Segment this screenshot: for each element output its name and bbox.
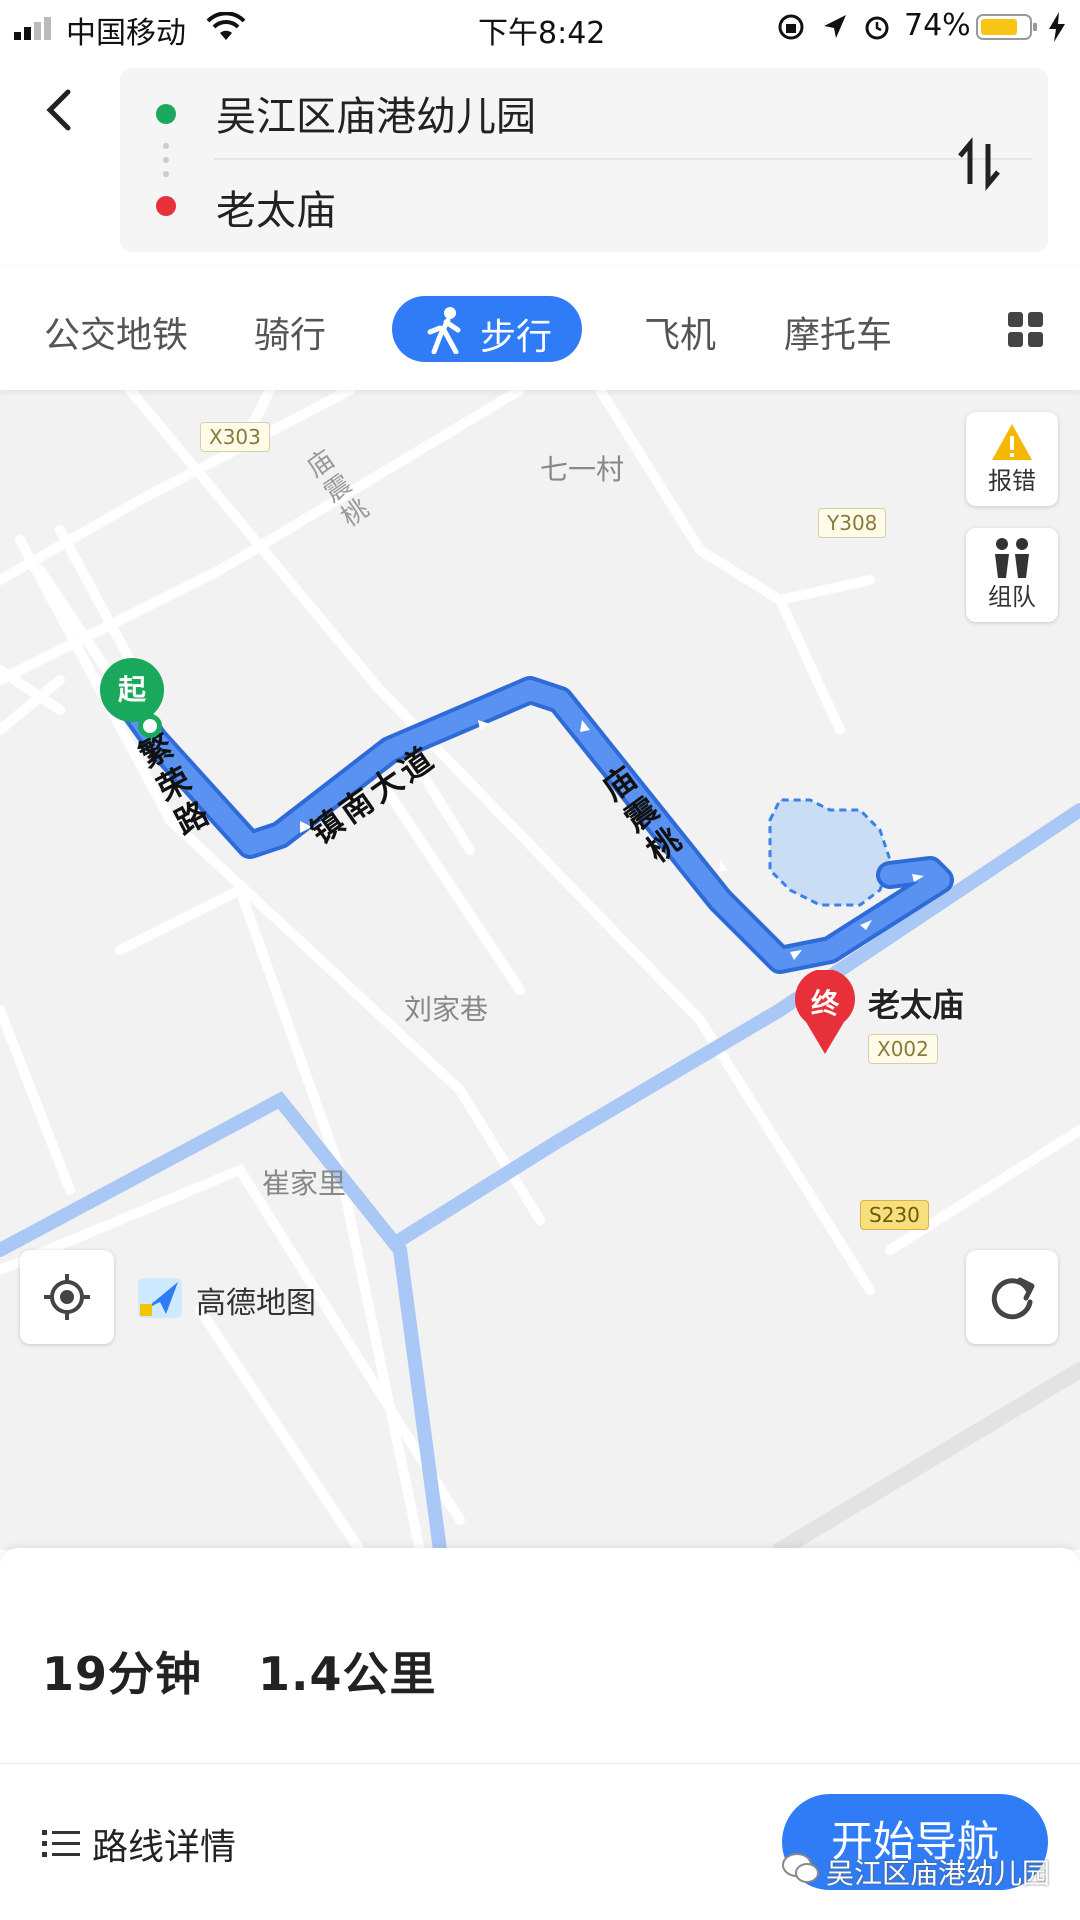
destination-dot-icon [156,196,176,216]
grid-icon [1008,312,1043,347]
report-error-button[interactable]: 报错 [966,412,1058,506]
amap-brand-text: 高德地图 [196,1286,316,1321]
road-tag-x303: X303 [200,422,270,452]
tab-cycling[interactable]: 骑行 [254,306,326,358]
amap-logo-icon [138,1274,184,1320]
start-marker[interactable]: 起 [100,658,164,722]
crosshair-icon [44,1274,90,1320]
road-tag-y308: Y308 [818,508,887,538]
wifi-icon [206,11,246,42]
place-label-cuijia: 崔家里 [262,1167,347,1200]
report-error-label: 报错 [988,467,1036,495]
place-label-qiyi: 七一村 [540,453,625,486]
location-arrow-icon [820,12,850,42]
destination-field[interactable]: 老太庙 [216,178,336,236]
origin-dot-icon [156,104,176,124]
route-divider [214,158,1032,160]
refresh-route-button[interactable] [966,1250,1058,1344]
duration-value: 19分钟 [42,1647,203,1701]
road-tag-x002: X002 [868,1034,938,1064]
carrier-label: 中国移动 [66,16,186,51]
watermark-text: 吴江区庙港幼儿园 [826,1857,1051,1890]
warning-icon [992,424,1032,460]
tab-walking[interactable]: 步行 [392,296,582,362]
panel-divider [0,1763,1080,1764]
route-summary: 19分钟 1.4公里 [42,1638,437,1704]
place-label-liujia: 刘家巷 [404,993,489,1026]
signal-icon [14,16,60,40]
start-point-dot [138,714,162,738]
status-time: 下午8:42 [478,16,606,51]
orientation-lock-icon [776,12,806,42]
alarm-icon [862,12,892,42]
status-bar: 中国移动 下午8:42 74% [0,0,1080,56]
destination-map-label: 老太庙 [868,986,965,1024]
end-marker[interactable]: 终 [792,970,858,1056]
route-details-label: 路线详情 [92,1827,237,1868]
walking-person-icon [427,307,461,354]
team-label: 组队 [988,583,1036,611]
tab-flight[interactable]: 飞机 [644,306,716,358]
map-canvas [0,390,1080,1550]
tab-walking-label: 步行 [480,317,553,358]
road-tag-s230: S230 [860,1200,929,1230]
chevron-left-icon [46,89,71,131]
distance-value: 1.4公里 [258,1647,437,1701]
route-input-box: 吴江区庙港幼儿园 老太庙 [120,68,1048,252]
refresh-icon [991,1277,1035,1320]
locate-me-button[interactable] [20,1250,114,1344]
connector-dots [163,140,169,180]
list-icon [42,1830,80,1857]
battery-icon [976,12,1040,42]
team-button[interactable]: 组队 [966,528,1058,622]
end-marker-label: 终 [810,987,839,1020]
people-icon [995,538,1029,578]
wechat-icon [782,1852,820,1886]
route-header: 吴江区庙港幼儿园 老太庙 [0,56,1080,266]
tab-motorcycle[interactable]: 摩托车 [784,306,892,358]
swap-route-button[interactable] [950,134,1010,194]
transport-mode-tabs: 公交地铁 骑行 步行 飞机 摩托车 [0,266,1080,390]
back-button[interactable] [30,80,90,140]
origin-field[interactable]: 吴江区庙港幼儿园 [216,84,536,142]
charging-bolt-icon [1046,10,1068,44]
tab-transit[interactable]: 公交地铁 [44,306,188,358]
map-view[interactable]: 繁荣路 镇南大道 庙震桃 庙震桃 七一村 刘家巷 崔家里 X303 Y308 X… [0,390,1080,1550]
route-summary-panel: 19分钟 1.4公里 路线详情 开始导航 吴江区庙港幼儿园 [0,1548,1080,1920]
more-modes-button[interactable] [1008,312,1044,348]
swap-arrows-icon [958,137,1000,191]
battery-percent: 74% [904,8,971,43]
